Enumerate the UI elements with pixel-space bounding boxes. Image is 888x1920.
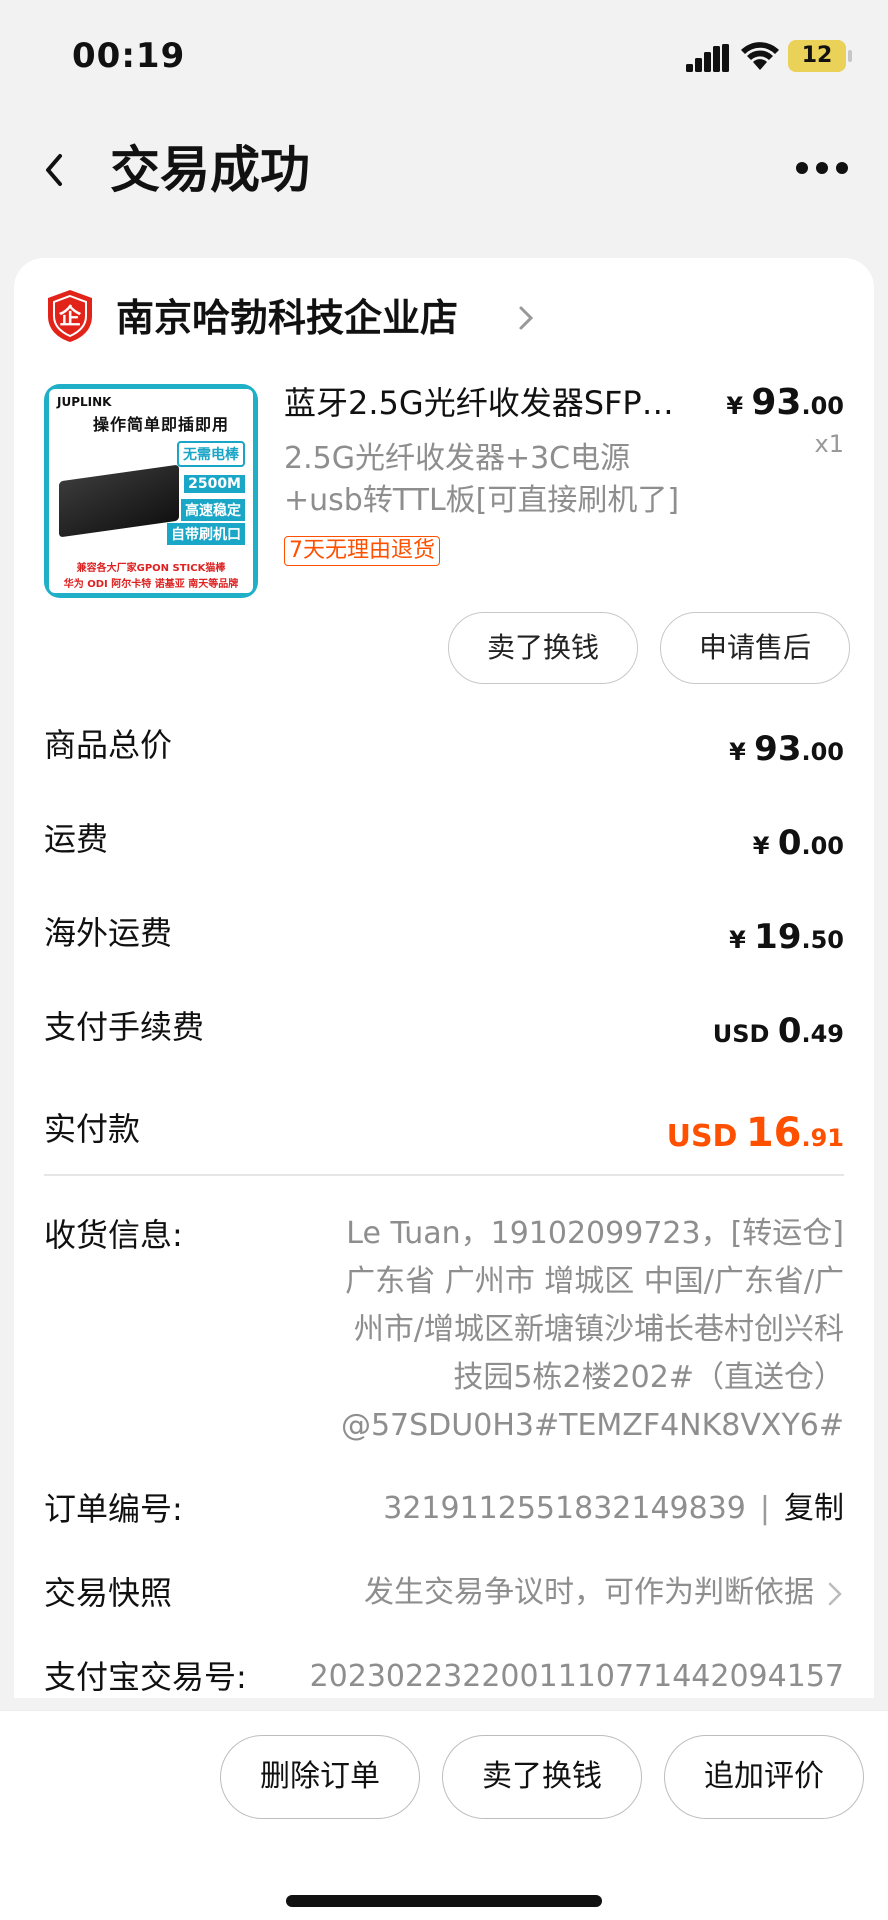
image-brand-text: JUPLINK <box>57 395 112 409</box>
image-tag: 自带刷机口 <box>167 523 245 545</box>
delete-order-button[interactable]: 删除订单 <box>220 1735 420 1819</box>
currency: ¥ <box>729 926 746 954</box>
fee-label: 运费 <box>44 820 109 858</box>
address-label: 收货信息: <box>44 1216 183 1254</box>
fee-row-shipping: 运费 ¥ 0.00 <box>44 814 844 874</box>
product-quantity: x1 <box>814 430 844 458</box>
signal-icon <box>686 44 729 72</box>
amount-integer: 19 <box>754 917 802 957</box>
amount-integer: 93 <box>754 729 802 769</box>
amount-decimal: .91 <box>801 1124 844 1152</box>
price-symbol: ¥ <box>726 392 744 420</box>
amount-integer: 0 <box>777 1011 802 1051</box>
paid-amount: USD 16.91 <box>667 1108 844 1163</box>
image-tag: 无需电棒 <box>177 441 245 467</box>
sell-for-cash-button[interactable]: 卖了换钱 <box>442 1735 642 1819</box>
currency: USD <box>666 1119 738 1154</box>
order-number-row: 订单编号: 3219112551832149839 | 复制 <box>44 1484 844 1538</box>
amount-integer: 16 <box>745 1110 802 1156</box>
fee-label: 商品总价 <box>44 726 173 764</box>
address-line: Le Tuan，19102099723，[转运仓] <box>346 1216 844 1251</box>
currency: ¥ <box>729 738 746 766</box>
fee-value: USD 0.49 <box>713 1006 844 1059</box>
alipay-row: 支付宝交易号: 2023022322001110771442094157 <box>44 1652 844 1706</box>
battery-level: 12 <box>801 43 833 68</box>
device-illustration <box>59 464 179 538</box>
order-number-label: 订单编号: <box>44 1490 183 1528</box>
amount-integer: 0 <box>777 823 802 863</box>
fee-value: ¥ 93.00 <box>729 724 844 777</box>
product-price: ¥ 93.00 <box>726 382 844 423</box>
wifi-icon <box>741 42 779 70</box>
order-number-value: 3219112551832149839 | 复制 <box>383 1484 844 1534</box>
amount-decimal: .50 <box>801 926 844 954</box>
fee-label: 实付款 <box>44 1110 141 1148</box>
snapshot-label: 交易快照 <box>44 1574 173 1612</box>
return-policy-badge: 7天无理由退货 <box>284 536 440 566</box>
image-tag: 2500M <box>184 475 245 493</box>
home-indicator[interactable] <box>286 1895 602 1907</box>
snapshot-value[interactable]: 发生交易争议时，可作为判断依据 <box>364 1568 844 1618</box>
snapshot-hint: 发生交易争议时，可作为判断依据 <box>364 1575 814 1610</box>
image-tag: 高速稳定 <box>181 499 245 521</box>
spec-line: 2.5G光纤收发器+3C电源 <box>284 441 631 476</box>
alipay-label: 支付宝交易号: <box>44 1658 247 1696</box>
amount-decimal: .00 <box>801 738 844 766</box>
snapshot-row[interactable]: 交易快照 发生交易争议时，可作为判断依据 <box>44 1568 844 1622</box>
separator: | <box>759 1491 770 1526</box>
spec-line: +usb转TTL板[可直接刷机了] <box>284 483 680 518</box>
fee-row-payment-fee: 支付手续费 USD 0.49 <box>44 1002 844 1062</box>
image-footer: 兼容各大厂家GPON STICK猫棒 <box>76 563 226 574</box>
divider <box>44 1174 844 1176</box>
fee-row-paid: 实付款 USD 16.91 <box>44 1104 844 1164</box>
copy-button[interactable]: 复制 <box>784 1491 844 1526</box>
add-review-button[interactable]: 追加评价 <box>664 1735 864 1819</box>
shop-name[interactable]: 南京哈勃科技企业店 <box>116 292 458 344</box>
fee-value: ¥ 19.50 <box>729 912 844 965</box>
status-time: 00:19 <box>72 36 186 76</box>
product-spec: 2.5G光纤收发器+3C电源 +usb转TTL板[可直接刷机了] <box>284 438 744 522</box>
order-number: 3219112551832149839 <box>383 1491 746 1526</box>
address-value: Le Tuan，19102099723，[转运仓] 广东省 广州市 增城区 中国… <box>284 1210 844 1450</box>
address-line: 州市/增城区新塘镇沙埔长巷村创兴科 <box>353 1312 844 1347</box>
battery-icon: 12 <box>788 40 852 72</box>
fee-label: 支付手续费 <box>44 1008 205 1046</box>
product-title[interactable]: 蓝牙2.5G光纤收发器SFP… <box>284 380 714 426</box>
nav-bar: 交易成功 <box>0 120 888 220</box>
chevron-right-icon <box>519 306 534 330</box>
product-image[interactable]: JUPLINK 操作简单即插即用 无需电棒 2500M 高速稳定 自带刷机口 兼… <box>44 384 258 598</box>
svg-text:企: 企 <box>58 304 82 330</box>
fee-row-overseas-shipping: 海外运费 ¥ 19.50 <box>44 908 844 968</box>
back-arrow-icon[interactable] <box>36 146 72 194</box>
address-line: @57SDU0H3#TEMZF4NK8VXY6# <box>340 1408 844 1443</box>
amount-decimal: .49 <box>801 1020 844 1048</box>
alipay-transaction-number: 2023022322001110771442094157 <box>309 1659 844 1694</box>
order-card: 企 南京哈勃科技企业店 JUPLINK 操作简单即插即用 无需电棒 2500M … <box>14 258 874 1698</box>
fee-label: 海外运费 <box>44 914 173 952</box>
amount-decimal: .00 <box>801 832 844 860</box>
more-menu-icon[interactable] <box>796 160 848 176</box>
price-decimal: .00 <box>801 392 844 420</box>
fee-row-goods-total: 商品总价 ¥ 93.00 <box>44 720 844 780</box>
price-integer: 93 <box>751 382 802 423</box>
address-line: 广东省 广州市 增城区 中国/广东省/广 <box>345 1264 844 1299</box>
status-bar: 00:19 12 <box>0 0 888 110</box>
page-title: 交易成功 <box>110 141 310 199</box>
currency: USD <box>712 1020 770 1048</box>
sell-for-cash-button[interactable]: 卖了换钱 <box>448 612 638 684</box>
chevron-right-icon <box>828 1582 842 1605</box>
image-footer: 华为 ODI 阿尔卡特 诺基亚 南天等品牌 <box>63 579 239 590</box>
currency: ¥ <box>752 832 770 860</box>
fee-value: ¥ 0.00 <box>753 818 844 871</box>
after-sale-button[interactable]: 申请售后 <box>660 612 850 684</box>
address-line: 技园5栋2楼202#（直送仓） <box>453 1360 844 1395</box>
image-headline: 操作简单即插即用 <box>93 415 230 434</box>
bottom-action-bar: 删除订单 卖了换钱 追加评价 <box>0 1710 888 1920</box>
shop-header[interactable]: 企 南京哈勃科技企业店 <box>44 288 844 348</box>
enterprise-shield-icon: 企 <box>48 290 92 342</box>
